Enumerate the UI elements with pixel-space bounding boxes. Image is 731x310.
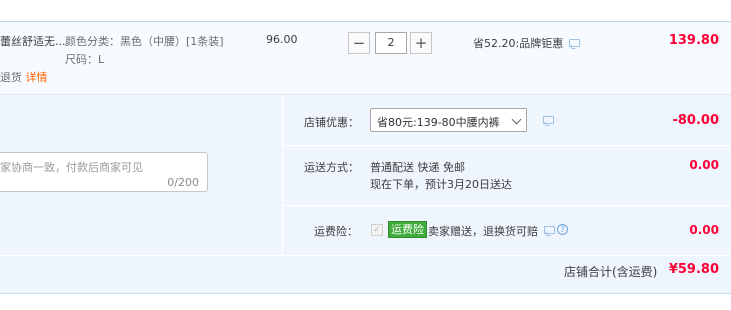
service-details-link[interactable]: 详情 [26,71,48,84]
options-separator [282,145,731,146]
options-column-divider [282,95,283,255]
shipping-amount: 0.00 [689,158,719,172]
sku-size: 尺码：L [65,53,105,66]
message-char-counter: 0/200 [167,176,199,189]
insurance-checkbox[interactable]: ✓ [371,224,383,236]
shipping-method: 普通配送 快递 免邮 [370,161,465,174]
chat-bubble-icon[interactable] [543,116,554,124]
chat-bubble-icon[interactable] [569,39,580,47]
item-discount: 省52.20:品牌钜惠 [473,37,564,50]
insurance-amount: 0.00 [689,223,719,237]
shop-subtotal-amount: ¥59.80 [668,262,719,277]
insurance-text: 卖家赠送，退换货可赔 [428,225,538,238]
return-service-label: 退货 [0,71,22,84]
return-service: 退货 详情 [0,69,48,85]
sku-color: 颜色分类：黑色（中腰）[1条装] [65,35,224,48]
shop-discount-select[interactable]: 省80元:139-80中腰内裤 [370,108,527,132]
item-title[interactable]: 蕾丝舒适无... [0,33,66,49]
shop-discount-label: 店铺优惠： [304,116,359,129]
shipping-label: 运送方式： [304,161,359,174]
shop-discount-value: 省80元:139-80中腰内裤 [377,116,500,129]
insurance-badge: 运费险 [388,221,427,238]
options-separator [282,205,731,206]
buyer-message-field[interactable]: 家协商一致，付款后商家可见 0/200 [0,152,208,192]
help-icon[interactable]: ? [557,224,568,235]
chat-bubble-icon[interactable] [544,226,555,234]
order-bottom-border [0,293,731,294]
message-placeholder: 家协商一致，付款后商家可见 [0,161,143,174]
shop-discount-amount: -80.00 [672,113,719,128]
item-subtotal: 139.80 [668,33,719,48]
shipping-eta: 现在下单，预计3月20日送达 [370,178,512,191]
shop-subtotal-label: 店铺合计(含运费) [564,265,658,279]
unit-price: 96.00 [266,33,298,46]
chevron-down-icon [511,114,522,125]
insurance-label: 运费险： [314,225,358,238]
quantity-decrease-button[interactable]: − [348,32,370,54]
quantity-input[interactable]: 2 [375,32,407,54]
subtotal-separator [0,255,731,256]
quantity-increase-button[interactable]: + [410,32,432,54]
